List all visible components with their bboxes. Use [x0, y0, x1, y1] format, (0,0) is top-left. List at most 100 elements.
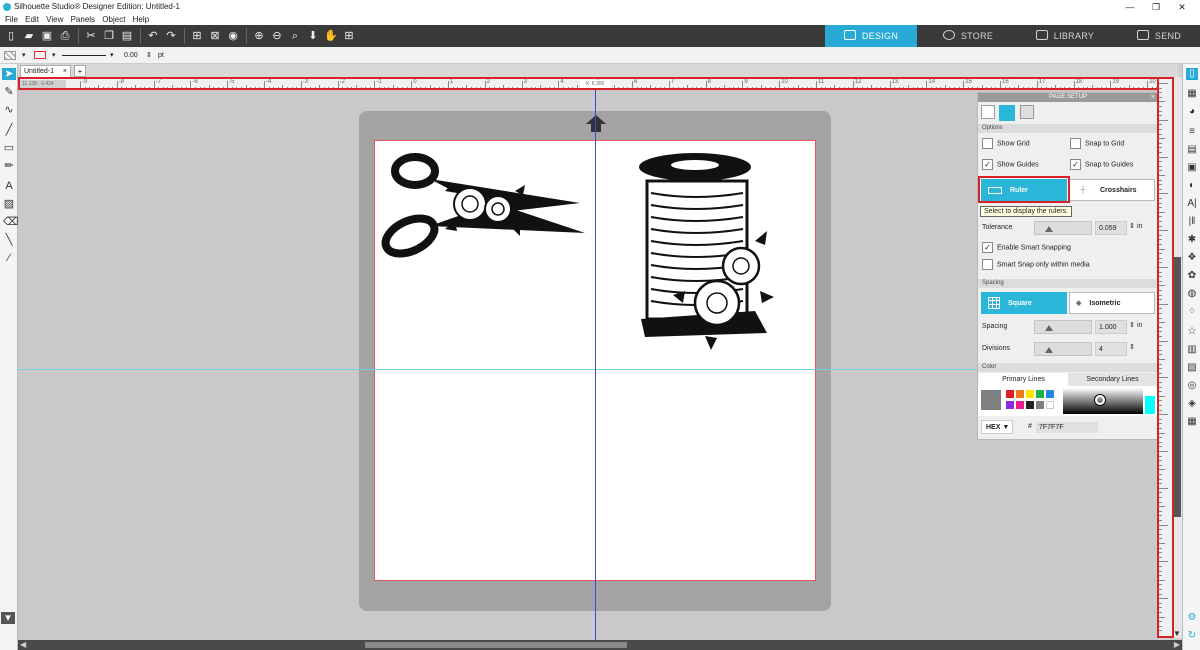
- redo-icon[interactable]: ↷: [164, 29, 178, 43]
- line-color-swatch[interactable]: [34, 51, 46, 59]
- color-swatch-red[interactable]: [1006, 390, 1014, 398]
- modify-icon[interactable]: ❖: [1186, 252, 1198, 264]
- move-down-icon[interactable]: ⬇: [306, 29, 320, 43]
- menu-view[interactable]: View: [46, 15, 63, 24]
- grid-subtab-icon[interactable]: [999, 105, 1015, 121]
- settings-gear-icon[interactable]: ⚙: [1186, 612, 1198, 624]
- color-swatch-green[interactable]: [1036, 390, 1044, 398]
- hex-input[interactable]: 7F7F7F: [1036, 422, 1098, 433]
- layers-panel-icon[interactable]: ▤: [1186, 144, 1198, 156]
- knife-icon[interactable]: ╲: [3, 234, 15, 246]
- color-swatch-yellow[interactable]: [1026, 390, 1034, 398]
- undo-icon[interactable]: ↶: [146, 29, 160, 43]
- tolerance-stepper-icon[interactable]: ⇕: [1129, 222, 1135, 230]
- menu-help[interactable]: Help: [133, 15, 149, 24]
- save-icon[interactable]: ▣: [40, 29, 54, 43]
- group-icon[interactable]: ⊞: [190, 29, 204, 43]
- panel-close-icon[interactable]: ×: [1151, 93, 1155, 102]
- pencil-tool-icon[interactable]: ✏: [3, 160, 15, 172]
- secondary-lines-tab[interactable]: Secondary Lines: [1068, 373, 1157, 386]
- point-edit-icon[interactable]: ✎: [3, 86, 15, 98]
- background-subtab-icon[interactable]: [1020, 105, 1034, 119]
- vertical-scrollbar[interactable]: ▼: [1172, 77, 1182, 638]
- open-folder-icon[interactable]: ▰: [22, 29, 36, 43]
- pan-hand-icon[interactable]: ✋: [324, 29, 338, 43]
- horizontal-scrollbar[interactable]: ◀ ▶: [18, 640, 1182, 650]
- design-tab[interactable]: DESIGN: [825, 25, 917, 47]
- color-swatch-orange[interactable]: [1016, 390, 1024, 398]
- refresh-icon[interactable]: ↻: [1186, 630, 1198, 642]
- new-file-icon[interactable]: ▯: [4, 29, 18, 43]
- tolerance-input[interactable]: 0.059: [1095, 221, 1127, 235]
- select-tool-icon[interactable]: ➤: [2, 68, 16, 80]
- snap-to-grid-checkbox[interactable]: Snap to Grid: [1070, 138, 1124, 150]
- smart-snap-media-checkbox[interactable]: Smart Snap only within media: [982, 259, 1090, 271]
- spacing-input[interactable]: 1.000: [1095, 320, 1127, 334]
- crosshairs-button[interactable]: ┼ Crosshairs: [1069, 179, 1155, 201]
- stroke-width-input[interactable]: 0.00: [124, 47, 138, 64]
- line-style-preview[interactable]: [62, 55, 106, 56]
- text-tool-icon[interactable]: A: [3, 180, 15, 192]
- pattern-icon[interactable]: ▧: [1186, 362, 1198, 374]
- isometric-grid-button[interactable]: ◈ Isometric: [1069, 292, 1155, 314]
- snap-to-guides-check-icon[interactable]: ✓: [1070, 159, 1081, 170]
- primary-lines-tab[interactable]: Primary Lines: [979, 373, 1068, 386]
- pixscan-icon[interactable]: ⁘: [1186, 306, 1198, 318]
- menu-panels[interactable]: Panels: [71, 15, 95, 24]
- fill-pattern-icon[interactable]: [4, 51, 16, 60]
- vertical-guide[interactable]: [595, 90, 596, 640]
- zoom-in-icon[interactable]: ⊕: [252, 29, 266, 43]
- show-grid-checkbox[interactable]: Show Grid: [982, 138, 1030, 150]
- ungroup-icon[interactable]: ⊠: [208, 29, 222, 43]
- image-panel-icon[interactable]: ▦: [1186, 88, 1198, 100]
- zoom-out-icon[interactable]: ⊖: [270, 29, 284, 43]
- scroll-down-icon[interactable]: ▼: [1173, 629, 1181, 638]
- tolerance-slider[interactable]: [1034, 221, 1092, 235]
- zoom-select-icon[interactable]: ⌕: [288, 29, 302, 43]
- scroll-left-icon[interactable]: ◀: [20, 640, 26, 649]
- show-guides-check-icon[interactable]: ✓: [982, 159, 993, 170]
- menu-edit[interactable]: Edit: [25, 15, 39, 24]
- hue-slider[interactable]: [1145, 388, 1155, 414]
- color-swatch-black[interactable]: [1026, 401, 1034, 409]
- menu-object[interactable]: Object: [102, 15, 125, 24]
- globe-icon[interactable]: ◎: [1186, 380, 1198, 392]
- sketch-icon[interactable]: ☆: [1186, 326, 1198, 338]
- contrast-icon[interactable]: ◐: [1186, 180, 1198, 192]
- stroke-width-stepper-icon[interactable]: ⇕: [146, 47, 152, 64]
- show-guides-checkbox[interactable]: ✓ Show Guides: [982, 159, 1039, 171]
- color-swatch-pink[interactable]: [1016, 401, 1024, 409]
- print-icon[interactable]: ⎙: [58, 29, 72, 43]
- line-tool-icon[interactable]: ╱: [3, 124, 15, 136]
- spacing-slider[interactable]: [1034, 320, 1092, 334]
- replicate-icon[interactable]: ✱: [1186, 234, 1198, 246]
- scroll-right-icon[interactable]: ▶: [1174, 640, 1180, 649]
- emboss-icon[interactable]: ▦: [1186, 416, 1198, 428]
- menu-file[interactable]: File: [5, 15, 18, 24]
- align-icon[interactable]: |‖: [1186, 216, 1198, 228]
- eraser-icon[interactable]: ⌫: [3, 216, 19, 228]
- cut-icon[interactable]: ✂: [84, 29, 98, 43]
- freehand-icon[interactable]: ∿: [3, 104, 15, 116]
- eyedropper-icon[interactable]: ⁄: [3, 252, 15, 264]
- vertical-ruler[interactable]: [1159, 77, 1172, 638]
- smart-snapping-checkbox[interactable]: ✓ Enable Smart Snapping: [982, 242, 1071, 254]
- paint-tool-icon[interactable]: ▨: [3, 198, 15, 210]
- library-panel-icon[interactable]: ▥: [1186, 344, 1198, 356]
- offset-icon[interactable]: ✿: [1186, 270, 1198, 282]
- spacing-stepper-icon[interactable]: ⇕: [1129, 321, 1135, 329]
- square-grid-button[interactable]: Square: [981, 292, 1067, 314]
- fit-page-icon[interactable]: ⊞: [342, 29, 356, 43]
- media-panel-icon[interactable]: ▣: [1186, 162, 1198, 174]
- rhinestone-icon[interactable]: ◈: [1186, 398, 1198, 410]
- line-color-dropdown-icon[interactable]: ▾: [52, 47, 56, 64]
- thread-spool-floral-design[interactable]: [639, 153, 774, 350]
- scissors-floral-design[interactable]: [380, 153, 585, 261]
- rectangle-tool-icon[interactable]: ▭: [3, 142, 15, 154]
- close-window-button[interactable]: ✕: [1170, 0, 1194, 14]
- smart-snapping-check-icon[interactable]: ✓: [982, 242, 993, 253]
- copy-icon[interactable]: ❐: [102, 29, 116, 43]
- show-grid-box[interactable]: [982, 138, 993, 149]
- line-style-dropdown-icon[interactable]: ▾: [110, 47, 114, 64]
- color-gradient-picker[interactable]: [1063, 388, 1143, 414]
